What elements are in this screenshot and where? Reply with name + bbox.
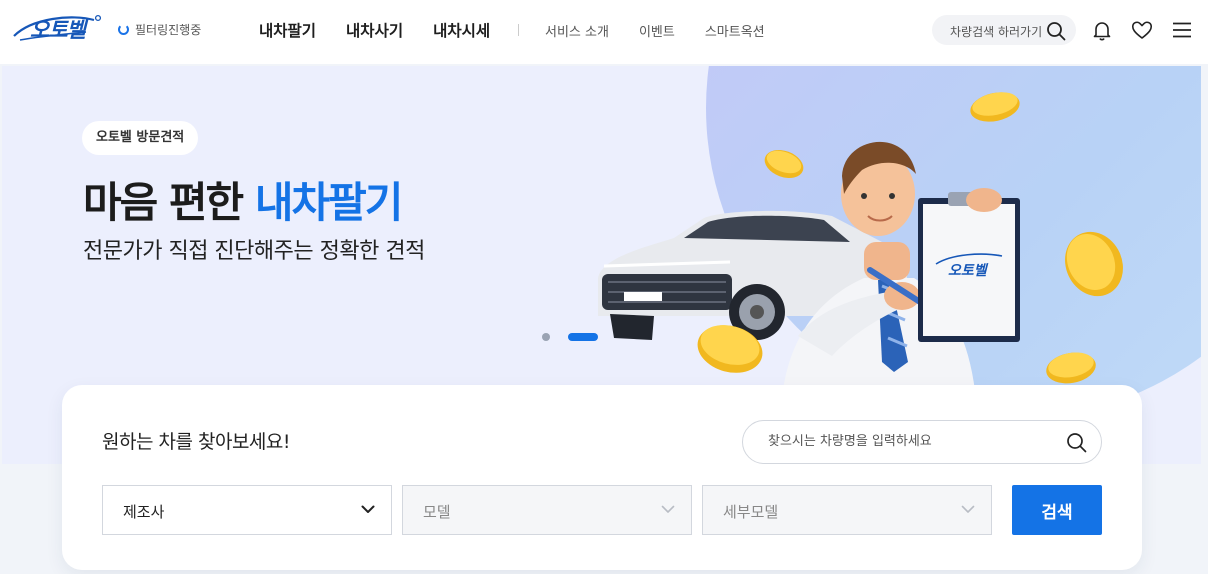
maker-select-value: 제조사: [123, 503, 165, 521]
search-icon: [1047, 22, 1066, 41]
search-icon[interactable]: [1066, 432, 1087, 453]
site-header: 오토벨 필터링진행중 내차팔기 내차사기 내차시세 서비스 소개 이벤트 스마트…: [0, 0, 1208, 64]
header-search-button[interactable]: 차량검색 하러가기: [932, 15, 1076, 45]
model-select-value: 모델: [423, 503, 451, 521]
nav-item-buy-car[interactable]: 내차사기: [346, 19, 403, 41]
model-select[interactable]: 모델: [402, 485, 692, 535]
nav-item-car-price[interactable]: 내차시세: [433, 19, 490, 41]
nav-item-sell-car[interactable]: 내차팔기: [259, 19, 316, 41]
nav-item-smart-auction[interactable]: 스마트옥션: [705, 21, 765, 40]
heart-icon[interactable]: [1131, 19, 1153, 41]
slide-dot[interactable]: [542, 333, 550, 341]
car-name-search-input[interactable]: [768, 434, 1048, 449]
slide-indicator: [542, 333, 598, 341]
slide-dot-active[interactable]: [568, 333, 598, 341]
bell-icon[interactable]: [1091, 19, 1113, 41]
nav-item-event[interactable]: 이벤트: [639, 21, 675, 40]
chevron-down-icon: [661, 505, 675, 513]
loading-spinner-icon: [118, 24, 129, 35]
gold-coin-icon: [1065, 231, 1123, 297]
filter-status-label: 필터링진행중: [135, 23, 202, 37]
header-search-label: 차량검색 하러가기: [950, 25, 1043, 39]
gold-coin-icon: [970, 92, 1020, 122]
maker-select[interactable]: 제조사: [102, 485, 392, 535]
gold-coin-icon: [1046, 352, 1096, 384]
car-name-search-box[interactable]: [742, 420, 1102, 464]
chevron-down-icon: [961, 505, 975, 513]
logo[interactable]: 오토벨: [12, 10, 104, 48]
clipboard-logo-text: 오토벨: [948, 263, 989, 279]
main-nav: 내차팔기 내차사기 내차시세: [259, 19, 490, 41]
nav-item-service-intro[interactable]: 서비스 소개: [545, 21, 609, 40]
submodel-select-value: 세부모델: [723, 503, 779, 521]
logo-text: 오토벨: [30, 18, 86, 42]
chevron-down-icon: [361, 505, 375, 513]
menu-icon[interactable]: [1171, 19, 1193, 41]
search-button[interactable]: 검색: [1012, 485, 1102, 535]
clipboard-illustration: 오토벨: [918, 188, 1020, 342]
car-search-card: 원하는 차를 찾아보세요! 제조사 모델 세부모델 검색: [62, 385, 1142, 570]
submodel-select[interactable]: 세부모델: [702, 485, 992, 535]
sub-nav: 서비스 소개 이벤트 스마트옥션: [545, 21, 765, 40]
nav-divider: [518, 24, 519, 36]
filter-status: 필터링진행중: [118, 21, 201, 38]
gold-coin-icon: [764, 149, 804, 179]
search-card-title: 원하는 차를 찾아보세요!: [102, 431, 291, 453]
